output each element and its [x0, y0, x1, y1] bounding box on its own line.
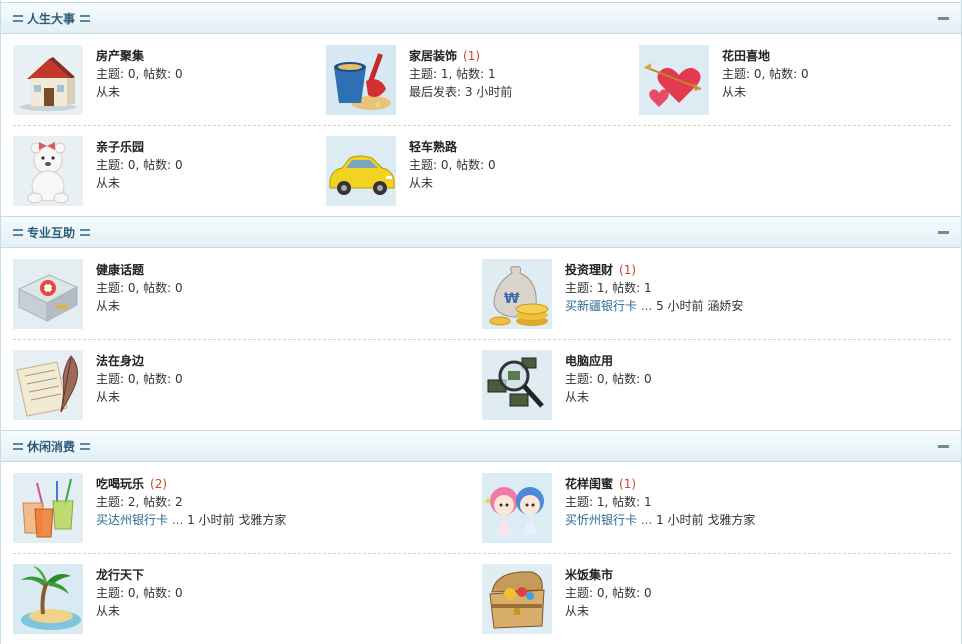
forum-index: 人生大事 房产聚集 主题: 0, 帖数: 0 从未 家居装饰 (1) 主题: 1… — [0, 0, 962, 644]
forum-item: 吃喝玩乐 (2) 主题: 2, 帖数: 2 买达州银行卡 ... 1 小时前 戈雅… — [13, 473, 463, 545]
category-leisure: 休闲消费 吃喝玩乐 (2) 主题: 2, 帖数: 2 买达州银行卡 ... 1 … — [1, 430, 961, 644]
forum-info: 法在身边 主题: 0, 帖数: 0 从未 — [96, 352, 396, 406]
hearts-arrow-icon[interactable] — [639, 45, 709, 115]
forum-info: 轻车熟路 主题: 0, 帖数: 0 从未 — [409, 138, 709, 192]
car-icon[interactable] — [326, 136, 396, 206]
palm-island-icon[interactable] — [13, 564, 83, 634]
forum-name[interactable]: 花田喜地 — [722, 49, 770, 63]
forum-item: 健康话题 主题: 0, 帖数: 0 从未 — [13, 259, 463, 331]
menu-bars-icon — [80, 15, 91, 22]
magnifier-chips-icon[interactable] — [482, 350, 552, 420]
last-post: 买达州银行卡 ... 1 小时前 戈雅方家 — [96, 513, 287, 527]
money-bag-icon[interactable]: ₩ — [482, 259, 552, 329]
menu-bars-icon — [80, 229, 91, 236]
collapse-icon[interactable] — [938, 445, 949, 448]
forum-item: 花样闺蜜 (1) 主题: 1, 帖数: 1 买忻州银行卡 ... 1 小时前 戈雅… — [482, 473, 942, 545]
forum-stats: 主题: 0, 帖数: 0 — [409, 158, 496, 172]
forum-name[interactable]: 花样闺蜜 — [565, 477, 613, 491]
category-professional-help: 专业互助 健康话题 主题: 0, 帖数: 0 从未 ₩ 投资理财 (1) 主题:… — [1, 216, 961, 430]
last-post-link[interactable]: 买新疆银行卡 ... — [565, 299, 652, 313]
collapse-icon[interactable] — [938, 231, 949, 234]
forum-name[interactable]: 亲子乐园 — [96, 140, 144, 154]
row-divider — [13, 339, 951, 340]
forum-stats: 主题: 0, 帖数: 0 — [722, 67, 809, 81]
forum-stats: 主题: 1, 帖数: 1 — [565, 281, 652, 295]
category-life-events: 人生大事 房产聚集 主题: 0, 帖数: 0 从未 家居装饰 (1) 主题: 1… — [1, 2, 961, 216]
forum-item: 龙行天下 主题: 0, 帖数: 0 从未 — [13, 564, 463, 636]
collapse-icon[interactable] — [938, 17, 949, 20]
row-divider — [13, 553, 951, 554]
forum-stats: 主题: 0, 帖数: 0 — [96, 281, 183, 295]
forum-stats: 主题: 0, 帖数: 0 — [96, 372, 183, 386]
forum-item: ₩ 投资理财 (1) 主题: 1, 帖数: 1 买新疆银行卡 ... 5 小时前 … — [482, 259, 942, 331]
forum-name[interactable]: 投资理财 — [565, 263, 613, 277]
sand-bucket-icon[interactable] — [326, 45, 396, 115]
forum-name[interactable]: 电脑应用 — [565, 354, 613, 368]
forum-item: 亲子乐园 主题: 0, 帖数: 0 从未 — [13, 136, 313, 208]
forum-item: 房产聚集 主题: 0, 帖数: 0 从未 — [13, 45, 313, 117]
forum-info: 龙行天下 主题: 0, 帖数: 0 从未 — [96, 566, 396, 620]
last-post: 从未 — [96, 604, 121, 618]
quill-paper-icon[interactable] — [13, 350, 83, 420]
forum-name[interactable]: 法在身边 — [96, 354, 144, 368]
forum-name[interactable]: 吃喝玩乐 — [96, 477, 144, 491]
category-header: 休闲消费 — [1, 430, 961, 462]
today-count: (1) — [463, 49, 481, 63]
menu-bars-icon — [13, 15, 23, 22]
today-count: (1) — [619, 263, 637, 277]
last-post: 从未 — [96, 390, 121, 404]
treasure-chest-icon[interactable] — [482, 564, 552, 634]
forum-item: 花田喜地 主题: 0, 帖数: 0 从未 — [639, 45, 939, 117]
forum-stats: 主题: 2, 帖数: 2 — [96, 495, 183, 509]
category-title[interactable]: 人生大事 — [13, 11, 91, 27]
forum-item: 米饭集市 主题: 0, 帖数: 0 从未 — [482, 564, 942, 636]
last-post: 从未 — [722, 85, 747, 99]
last-post: 买忻州银行卡 ... 1 小时前 戈雅方家 — [565, 513, 756, 527]
last-post: 从未 — [96, 299, 121, 313]
teddy-bear-icon[interactable] — [13, 136, 83, 206]
last-post: 从未 — [565, 604, 590, 618]
forum-name[interactable]: 房产聚集 — [96, 49, 144, 63]
forum-stats: 主题: 0, 帖数: 0 — [565, 372, 652, 386]
last-post: 从未 — [565, 390, 590, 404]
category-header: 人生大事 — [1, 2, 961, 34]
twin-stars-icon[interactable] — [482, 473, 552, 543]
forum-info: 电脑应用 主题: 0, 帖数: 0 从未 — [565, 352, 865, 406]
menu-bars-icon — [80, 443, 91, 450]
forum-item: 轻车熟路 主题: 0, 帖数: 0 从未 — [326, 136, 626, 208]
forum-name[interactable]: 米饭集市 — [565, 568, 613, 582]
svg-text:₩: ₩ — [504, 291, 520, 307]
forum-info: 吃喝玩乐 (2) 主题: 2, 帖数: 2 买达州银行卡 ... 1 小时前 戈雅… — [96, 475, 396, 529]
menu-bars-icon — [13, 229, 23, 236]
forum-name[interactable]: 轻车熟路 — [409, 140, 457, 154]
forum-info: 花田喜地 主题: 0, 帖数: 0 从未 — [722, 47, 962, 101]
menu-bars-icon — [13, 443, 23, 450]
forum-name[interactable]: 龙行天下 — [96, 568, 144, 582]
last-post-link[interactable]: 买达州银行卡 ... — [96, 513, 183, 527]
forum-name[interactable]: 健康话题 — [96, 263, 144, 277]
category-title[interactable]: 专业互助 — [13, 225, 91, 241]
forum-name[interactable]: 家居装饰 — [409, 49, 457, 63]
drinks-icon[interactable] — [13, 473, 83, 543]
forum-stats: 主题: 0, 帖数: 0 — [96, 586, 183, 600]
category-header: 专业互助 — [1, 216, 961, 248]
forum-item: 电脑应用 主题: 0, 帖数: 0 从未 — [482, 350, 942, 422]
forum-info: 花样闺蜜 (1) 主题: 1, 帖数: 1 买忻州银行卡 ... 1 小时前 戈雅… — [565, 475, 865, 529]
forum-item: 家居装饰 (1) 主题: 1, 帖数: 1 最后发表: 3 小时前 — [326, 45, 626, 117]
house-icon[interactable] — [13, 45, 83, 115]
today-count: (1) — [619, 477, 637, 491]
category-title[interactable]: 休闲消费 — [13, 439, 91, 455]
today-count: (2) — [150, 477, 168, 491]
row-divider — [13, 125, 951, 126]
forum-stats: 主题: 1, 帖数: 1 — [565, 495, 652, 509]
last-post: 买新疆银行卡 ... 5 小时前 涵娇安 — [565, 299, 744, 313]
forum-info: 米饭集市 主题: 0, 帖数: 0 从未 — [565, 566, 865, 620]
forum-info: 投资理财 (1) 主题: 1, 帖数: 1 买新疆银行卡 ... 5 小时前 涵娇… — [565, 261, 865, 315]
last-post: 从未 — [409, 176, 434, 190]
forum-item: 法在身边 主题: 0, 帖数: 0 从未 — [13, 350, 463, 422]
last-post-link[interactable]: 买忻州银行卡 ... — [565, 513, 652, 527]
first-aid-kit-icon[interactable] — [13, 259, 83, 329]
forum-stats: 主题: 0, 帖数: 0 — [565, 586, 652, 600]
forum-info: 健康话题 主题: 0, 帖数: 0 从未 — [96, 261, 396, 315]
